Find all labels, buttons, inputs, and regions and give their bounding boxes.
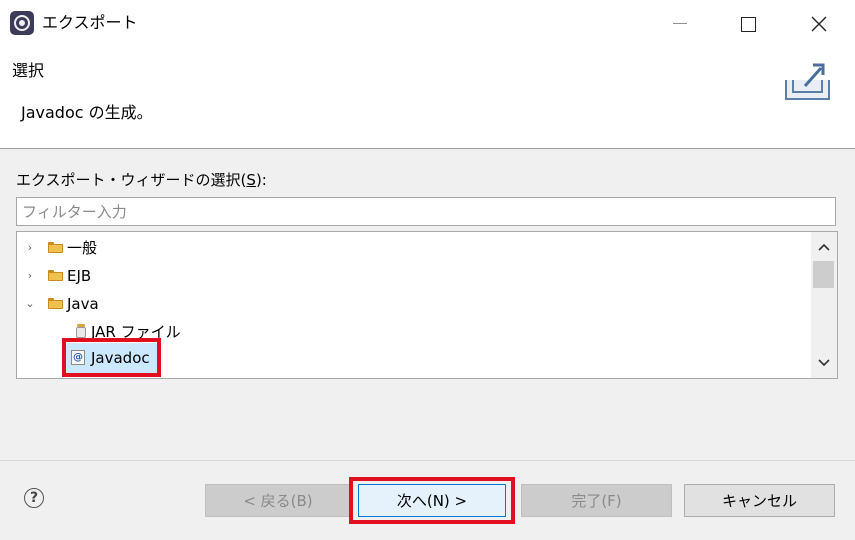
maximize-button[interactable] bbox=[719, 0, 777, 48]
back-button[interactable]: < 戻る(B) bbox=[205, 484, 351, 517]
tree-item-label: 一般 bbox=[67, 239, 98, 257]
chevron-down-icon[interactable]: ⌄ bbox=[24, 298, 36, 310]
page-description: Javadoc の生成。 bbox=[21, 103, 153, 122]
close-button[interactable] bbox=[790, 0, 848, 48]
scroll-up-button[interactable] bbox=[811, 236, 837, 258]
folder-icon bbox=[48, 270, 63, 281]
close-icon bbox=[811, 16, 827, 32]
eclipse-app-icon bbox=[10, 11, 34, 35]
page-title: 選択 bbox=[12, 61, 45, 80]
highlight-box-next bbox=[349, 477, 515, 524]
chevron-up-icon bbox=[818, 243, 830, 251]
export-wizard-icon bbox=[785, 63, 830, 100]
tree-scrollbar[interactable] bbox=[811, 232, 837, 378]
help-icon[interactable]: ? bbox=[24, 488, 44, 508]
window-title: エクスポート bbox=[42, 13, 138, 32]
chevron-right-icon[interactable]: › bbox=[24, 270, 36, 282]
tree-item-java[interactable]: ⌄ Java bbox=[17, 291, 807, 317]
jar-file-icon bbox=[75, 324, 87, 338]
tree-item-ejb[interactable]: › EJB bbox=[17, 263, 807, 289]
tree-item-general[interactable]: › 一般 bbox=[17, 235, 807, 261]
folder-icon bbox=[48, 242, 63, 253]
folder-icon bbox=[48, 298, 63, 309]
chevron-right-icon[interactable]: › bbox=[24, 242, 36, 254]
finish-button[interactable]: 完了(F) bbox=[521, 484, 672, 517]
cancel-button[interactable]: キャンセル bbox=[684, 484, 835, 517]
tree-item-label: Java bbox=[67, 295, 99, 313]
scroll-thumb[interactable] bbox=[813, 261, 834, 288]
scroll-down-button[interactable] bbox=[811, 352, 837, 374]
filter-input[interactable] bbox=[16, 197, 836, 226]
maximize-icon bbox=[740, 16, 756, 32]
minimize-icon bbox=[673, 22, 687, 24]
minimize-button[interactable] bbox=[651, 0, 709, 48]
highlight-box-javadoc bbox=[62, 338, 161, 377]
chevron-down-icon bbox=[818, 359, 830, 367]
tree-item-label: EJB bbox=[67, 267, 92, 285]
wizard-select-label: エクスポート・ウィザードの選択(S): bbox=[16, 171, 267, 189]
